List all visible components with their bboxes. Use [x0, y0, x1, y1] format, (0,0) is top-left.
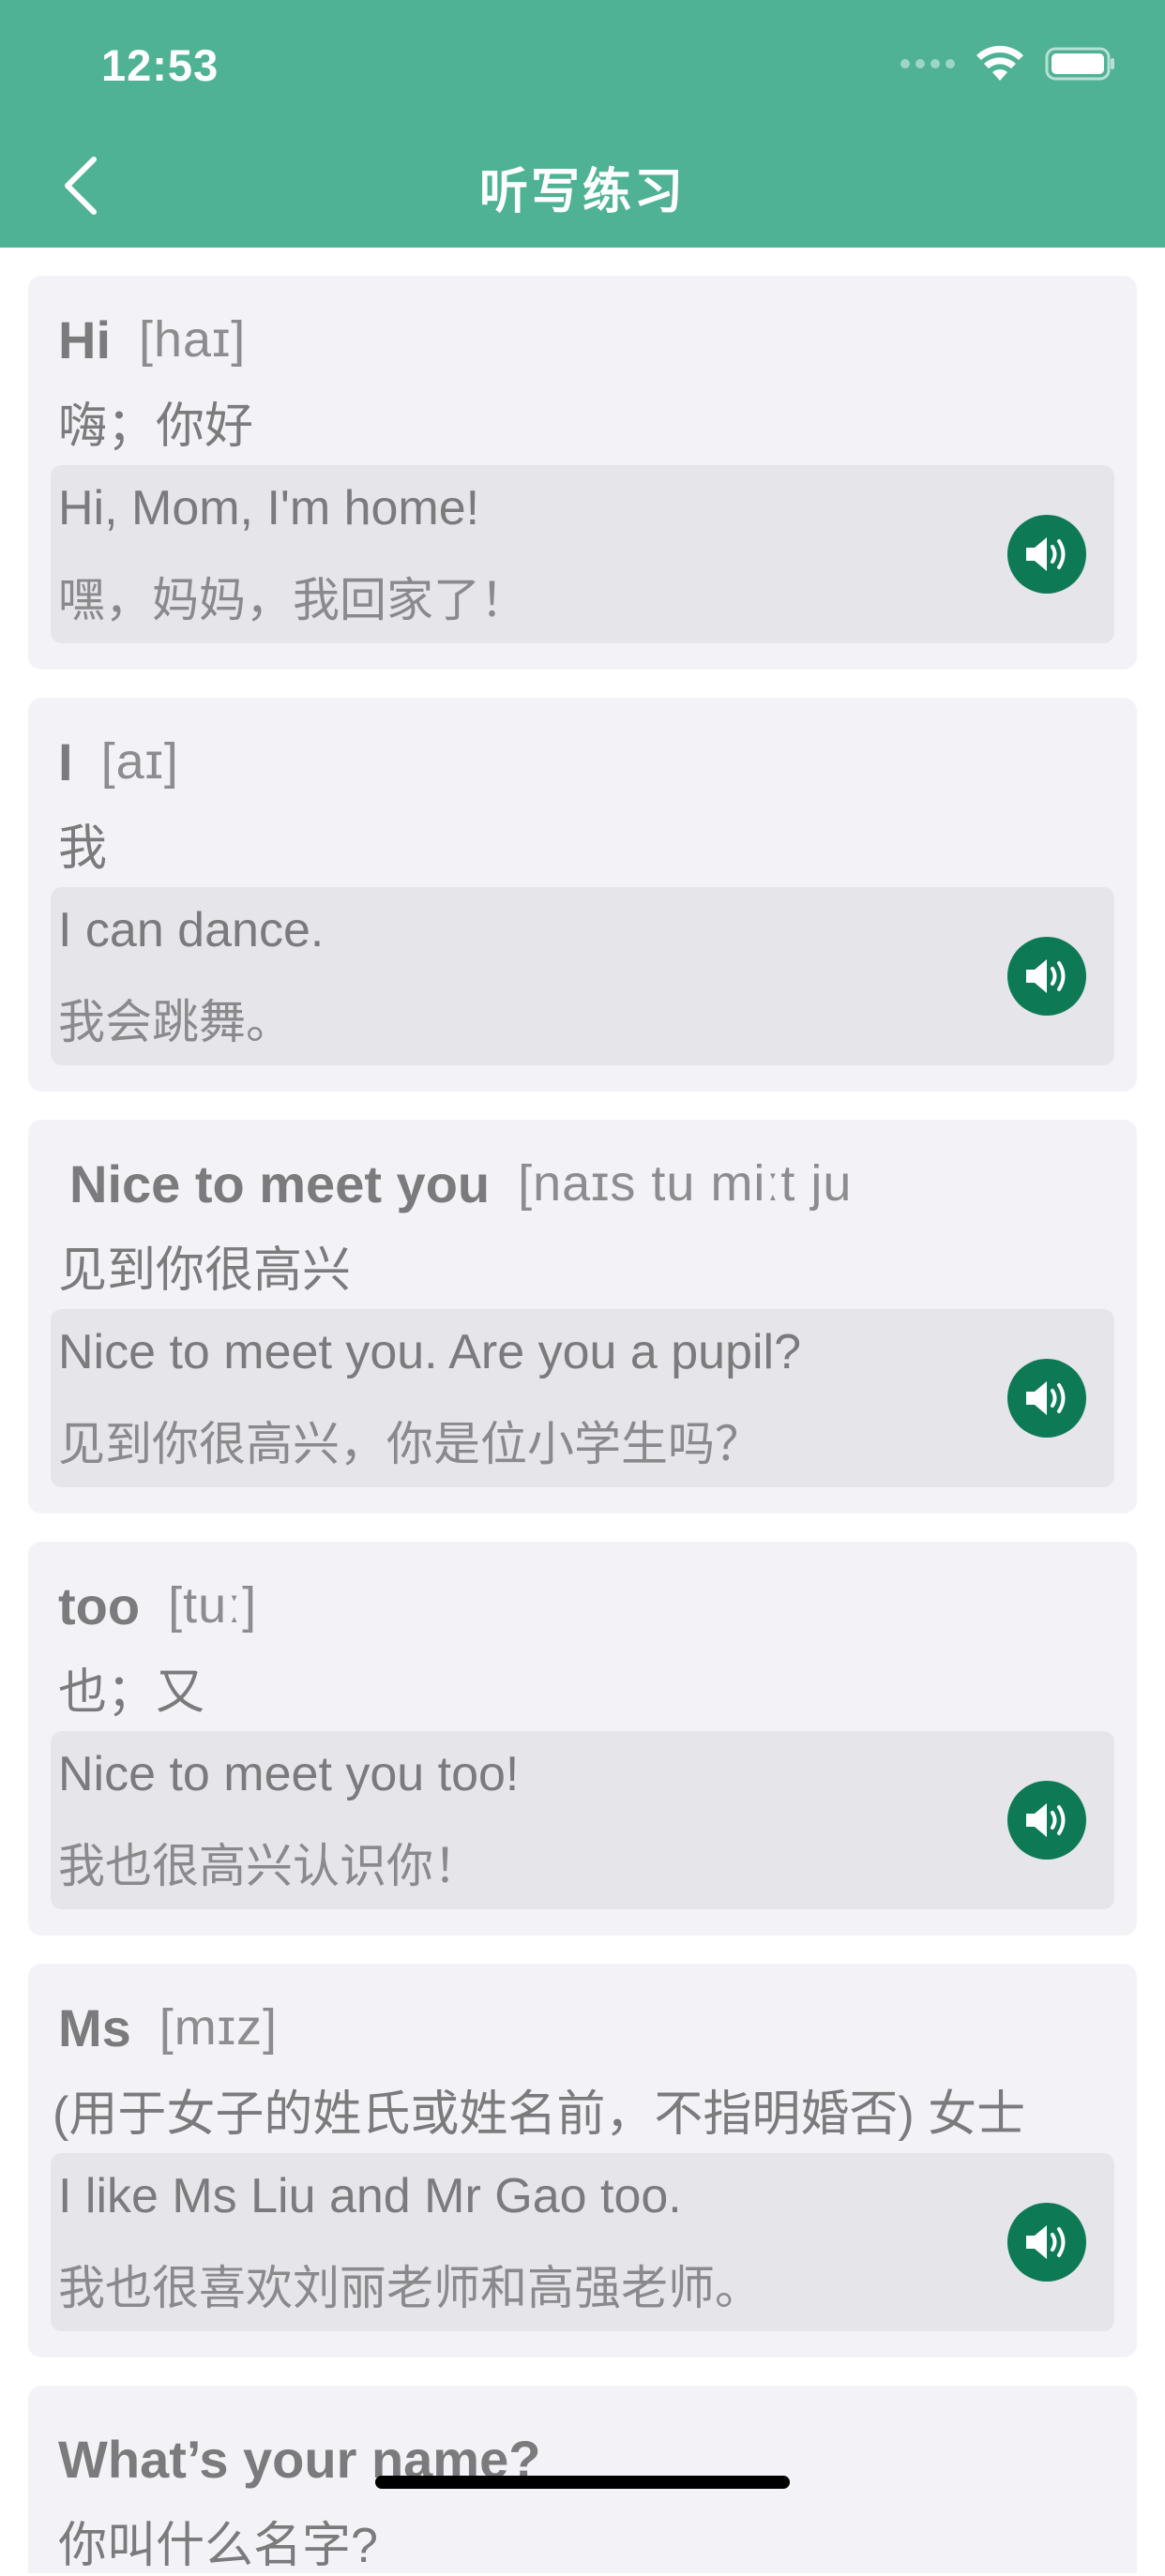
status-icons	[900, 41, 1116, 86]
example-english: I like Ms Liu and Mr Gao too.	[58, 2169, 682, 2223]
word-card: too [tuː] 也；又 Nice to meet you too! 我也很高…	[28, 1542, 1137, 1936]
status-time: 12:53	[101, 40, 219, 90]
example-chinese: 我会跳舞。	[58, 996, 293, 1048]
example-english: Hi, Mom, I'm home!	[58, 481, 480, 535]
word-meaning: 见到你很高兴	[58, 1243, 352, 1298]
word-text: Ms	[58, 1997, 131, 2057]
word-card: I [aɪ] 我 I can dance. 我会跳舞。	[28, 698, 1137, 1092]
word-meaning: 嗨；你好	[58, 399, 254, 454]
phonetic-text: [aɪ]	[100, 733, 179, 790]
speaker-icon	[1026, 1381, 1066, 1415]
word-meaning: (用于女子的姓氏或姓名前，不指明婚否) 女士	[53, 2087, 1026, 2142]
word-card: Nice to meet you [naɪs tu miːt ju 见到你很高兴…	[28, 1120, 1137, 1514]
word-meaning: 你叫什么名字?	[58, 2519, 378, 2573]
example-sentence-box: Hi, Mom, I'm home! 嘿，妈妈，我回家了！	[51, 465, 1114, 643]
word-header: Nice to meet you [naɪs tu miːt ju	[69, 1146, 852, 1221]
word-text: I	[58, 731, 73, 791]
cellular-signal-icon	[900, 59, 955, 68]
word-header: Hi [haɪ]	[58, 302, 246, 377]
phonetic-text: [tuː]	[168, 1577, 258, 1634]
word-header: I [aɪ]	[58, 724, 179, 799]
example-english: Nice to meet you too!	[58, 1747, 520, 1801]
play-audio-button[interactable]	[1007, 937, 1086, 1016]
home-indicator	[375, 2476, 790, 2489]
speaker-icon	[1026, 2225, 1066, 2259]
speaker-icon	[1026, 1803, 1066, 1837]
example-chinese: 见到你很高兴，你是位小学生吗？	[58, 1418, 762, 1470]
example-chinese: 我也很喜欢刘丽老师和高强老师。	[58, 2262, 762, 2314]
example-sentence-box: I like Ms Liu and Mr Gao too. 我也很喜欢刘丽老师和…	[51, 2153, 1114, 2331]
phonetic-text: [haɪ]	[139, 311, 247, 368]
speaker-icon	[1026, 959, 1066, 993]
example-chinese: 我也很高兴认识你！	[58, 1840, 480, 1892]
example-english: Nice to meet you. Are you a pupil?	[58, 1325, 802, 1379]
play-audio-button[interactable]	[1007, 1781, 1086, 1860]
example-chinese: 嘿，妈妈，我回家了！	[58, 574, 527, 626]
example-english: I can dance.	[58, 903, 325, 957]
speaker-icon	[1026, 537, 1066, 571]
wifi-icon	[976, 45, 1023, 81]
word-card: Hi [haɪ] 嗨；你好 Hi, Mom, I'm home! 嘿，妈妈，我回…	[28, 276, 1137, 670]
play-audio-button[interactable]	[1007, 2203, 1086, 2282]
page-title: 听写练习	[478, 165, 686, 219]
battery-icon	[1045, 47, 1114, 81]
play-audio-button[interactable]	[1007, 1359, 1086, 1438]
example-sentence-box: Nice to meet you too! 我也很高兴认识你！	[51, 1731, 1114, 1909]
play-audio-button[interactable]	[1007, 515, 1086, 594]
word-card: Ms [mɪz] (用于女子的姓氏或姓名前，不指明婚否) 女士 I like M…	[28, 1964, 1137, 2358]
example-sentence-box: Nice to meet you. Are you a pupil? 见到你很高…	[51, 1309, 1114, 1487]
phonetic-text: [naɪs tu miːt ju	[518, 1155, 853, 1212]
word-text: Hi	[58, 309, 111, 369]
word-meaning: 也；又	[58, 1665, 205, 1720]
word-meaning: 我	[58, 821, 108, 876]
word-text: Nice to meet you	[69, 1153, 491, 1213]
word-header: Ms [mɪz]	[58, 1990, 278, 2065]
example-sentence-box: I can dance. 我会跳舞。	[51, 887, 1114, 1065]
word-list: Hi [haɪ] 嗨；你好 Hi, Mom, I'm home! 嘿，妈妈，我回…	[28, 276, 1137, 2573]
word-header: too [tuː]	[58, 1568, 257, 1643]
word-text: too	[58, 1575, 141, 1635]
navigation-header: 12:53 听写练习	[0, 0, 1165, 248]
phonetic-text: [mɪz]	[159, 1999, 279, 2056]
